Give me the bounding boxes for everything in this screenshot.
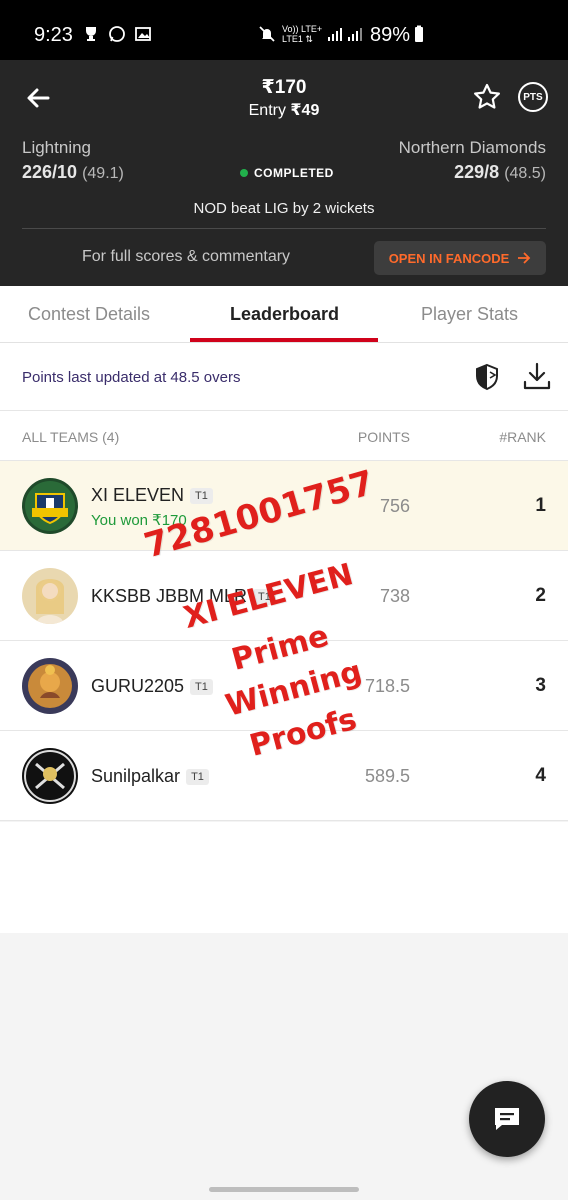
team-name: KKSBB JBBM MLR T1 bbox=[91, 586, 276, 607]
points-updated-text: Points last updated at 48.5 overs bbox=[22, 369, 241, 386]
status-dot-icon bbox=[240, 169, 248, 177]
team-left-score: 226/10 (49.1) bbox=[22, 162, 124, 182]
team-points: 589.5 bbox=[364, 766, 410, 786]
divider bbox=[22, 228, 546, 229]
whatsapp-notification-icon bbox=[108, 25, 126, 43]
open-in-fancode-button[interactable]: OPEN IN FANCODE bbox=[374, 241, 546, 275]
leaderboard-row[interactable]: Sunilpalkar T1 589.5 4 bbox=[0, 731, 568, 821]
leaderboard-row[interactable]: XI ELEVEN T1 You won ₹170 756 1 bbox=[0, 461, 568, 551]
team-badge: T1 bbox=[186, 769, 209, 786]
team-points: 756 bbox=[379, 496, 410, 516]
leaderboard-column-headers: ALL TEAMS (4) POINTS #RANK bbox=[0, 411, 568, 461]
team-left-name: Lightning bbox=[22, 138, 92, 157]
match-result: NOD beat LIG by 2 wickets bbox=[193, 200, 375, 217]
chat-button[interactable] bbox=[469, 1081, 545, 1157]
battery-percent: 89% bbox=[370, 24, 411, 46]
trophy-notification-icon bbox=[82, 25, 100, 43]
network-type-label: Vo)) LTE+ LTE1 ⇅ bbox=[282, 24, 323, 44]
full-scores-text: For full scores & commentary bbox=[82, 248, 291, 265]
tab-contest-details[interactable]: Contest Details bbox=[28, 304, 150, 325]
team-right-name: Northern Diamonds bbox=[398, 138, 546, 157]
battery-icon bbox=[410, 25, 428, 43]
team-badge: T1 bbox=[190, 679, 213, 696]
team-rank: 3 bbox=[535, 675, 546, 696]
star-icon[interactable] bbox=[472, 82, 502, 112]
team-points: 738 bbox=[379, 586, 410, 606]
active-tab-indicator bbox=[190, 338, 378, 342]
points-updated-bar: Points last updated at 48.5 overs bbox=[0, 343, 568, 411]
team-name: GURU2205 T1 bbox=[91, 676, 213, 697]
team-avatar bbox=[22, 568, 78, 624]
tab-leaderboard[interactable]: Leaderboard bbox=[230, 304, 339, 325]
tab-bar: Contest Details Leaderboard Player Stats bbox=[0, 286, 568, 343]
match-status: COMPLETED bbox=[240, 166, 334, 180]
team-avatar bbox=[22, 478, 78, 534]
team-badge: T1 bbox=[190, 488, 213, 505]
team-name: XI ELEVEN T1 bbox=[91, 485, 213, 506]
team-rank: 1 bbox=[535, 495, 546, 516]
team-name: Sunilpalkar T1 bbox=[91, 766, 209, 787]
team-avatar bbox=[22, 748, 78, 804]
status-bar: 9:23 Vo)) LTE+ LTE1 ⇅ 89% bbox=[0, 0, 568, 60]
team-points: 718.5 bbox=[364, 676, 410, 696]
signal-icon bbox=[326, 25, 344, 43]
rank-header: #RANK bbox=[499, 429, 546, 445]
download-icon[interactable] bbox=[522, 361, 552, 391]
arrow-right-icon bbox=[518, 252, 531, 264]
leaderboard-row[interactable]: KKSBB JBBM MLR T1 738 2 bbox=[0, 551, 568, 641]
winnings-text: You won ₹170 bbox=[91, 512, 187, 529]
points-header: POINTS bbox=[357, 429, 410, 445]
tab-player-stats[interactable]: Player Stats bbox=[421, 304, 518, 325]
mute-icon bbox=[258, 25, 276, 43]
chat-bubble-icon bbox=[495, 1108, 519, 1130]
team-right-score: 229/8 (48.5) bbox=[454, 162, 546, 182]
gallery-notification-icon bbox=[134, 25, 152, 43]
team-rank: 2 bbox=[535, 585, 546, 606]
signal-2-icon bbox=[346, 25, 364, 43]
list-footer-space bbox=[0, 822, 568, 933]
team-avatar bbox=[22, 658, 78, 714]
team-rank: 4 bbox=[535, 765, 546, 786]
all-teams-header: ALL TEAMS (4) bbox=[22, 429, 120, 445]
match-header: ₹170 Entry ₹49 PTS Lightning 226/10 (49.… bbox=[0, 60, 568, 286]
leaderboard-list: XI ELEVEN T1 You won ₹170 756 1 KKSBB JBB… bbox=[0, 461, 568, 821]
team-badge: T1 bbox=[253, 589, 276, 606]
leaderboard-row[interactable]: GURU2205 T1 718.5 3 bbox=[0, 641, 568, 731]
home-indicator[interactable] bbox=[209, 1187, 359, 1192]
compare-shield-icon[interactable] bbox=[474, 363, 500, 391]
status-time: 9:23 bbox=[34, 24, 73, 46]
points-system-button[interactable]: PTS bbox=[518, 82, 548, 112]
